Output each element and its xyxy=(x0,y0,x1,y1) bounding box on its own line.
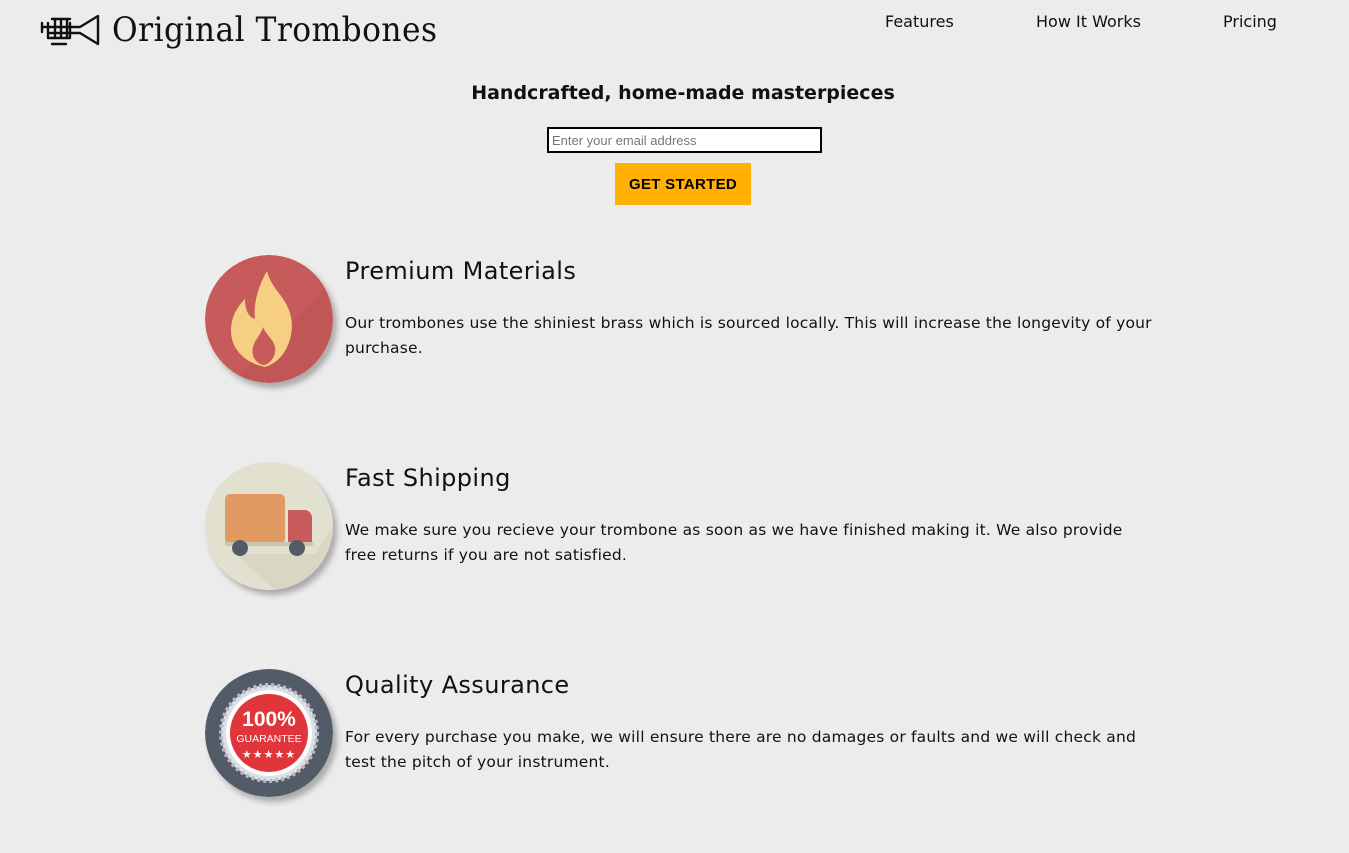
feature-title: Premium Materials xyxy=(345,257,577,285)
svg-text:★★★★★: ★★★★★ xyxy=(242,748,296,761)
feature-title: Quality Assurance xyxy=(345,671,570,699)
delivery-truck-icon xyxy=(205,462,333,590)
guarantee-badge-icon: 100% GUARANTEE ★★★★★ xyxy=(205,669,333,797)
site-header: Original Trombones Features How It Works… xyxy=(0,0,1349,62)
nav-link-pricing[interactable]: Pricing xyxy=(1223,12,1277,31)
badge-guarantee-text: GUARANTEE xyxy=(236,733,301,745)
feature-fast-shipping: Fast Shipping We make sure you recieve y… xyxy=(205,462,1165,602)
feature-description: For every purchase you make, we will ens… xyxy=(345,728,1137,771)
main-nav: Features How It Works Pricing xyxy=(0,12,1349,34)
hero-title: Handcrafted, home-made masterpieces xyxy=(471,82,895,104)
feature-quality-assurance: 100% GUARANTEE ★★★★★ Quality Assurance F… xyxy=(205,669,1165,809)
rating-stars: ★★★★★ xyxy=(242,748,296,761)
email-input[interactable] xyxy=(547,127,822,153)
get-started-button[interactable]: GET STARTED xyxy=(615,163,751,205)
feature-premium-materials: Premium Materials Our trombones use the … xyxy=(205,255,1165,395)
feature-title: Fast Shipping xyxy=(345,464,511,492)
feature-description: Our trombones use the shiniest brass whi… xyxy=(345,314,1152,357)
nav-link-features[interactable]: Features xyxy=(885,12,954,31)
flame-icon xyxy=(205,255,333,383)
feature-description: We make sure you recieve your trombone a… xyxy=(345,521,1123,564)
nav-link-how-it-works[interactable]: How It Works xyxy=(1036,12,1141,31)
badge-percent-text: 100% xyxy=(242,708,296,731)
